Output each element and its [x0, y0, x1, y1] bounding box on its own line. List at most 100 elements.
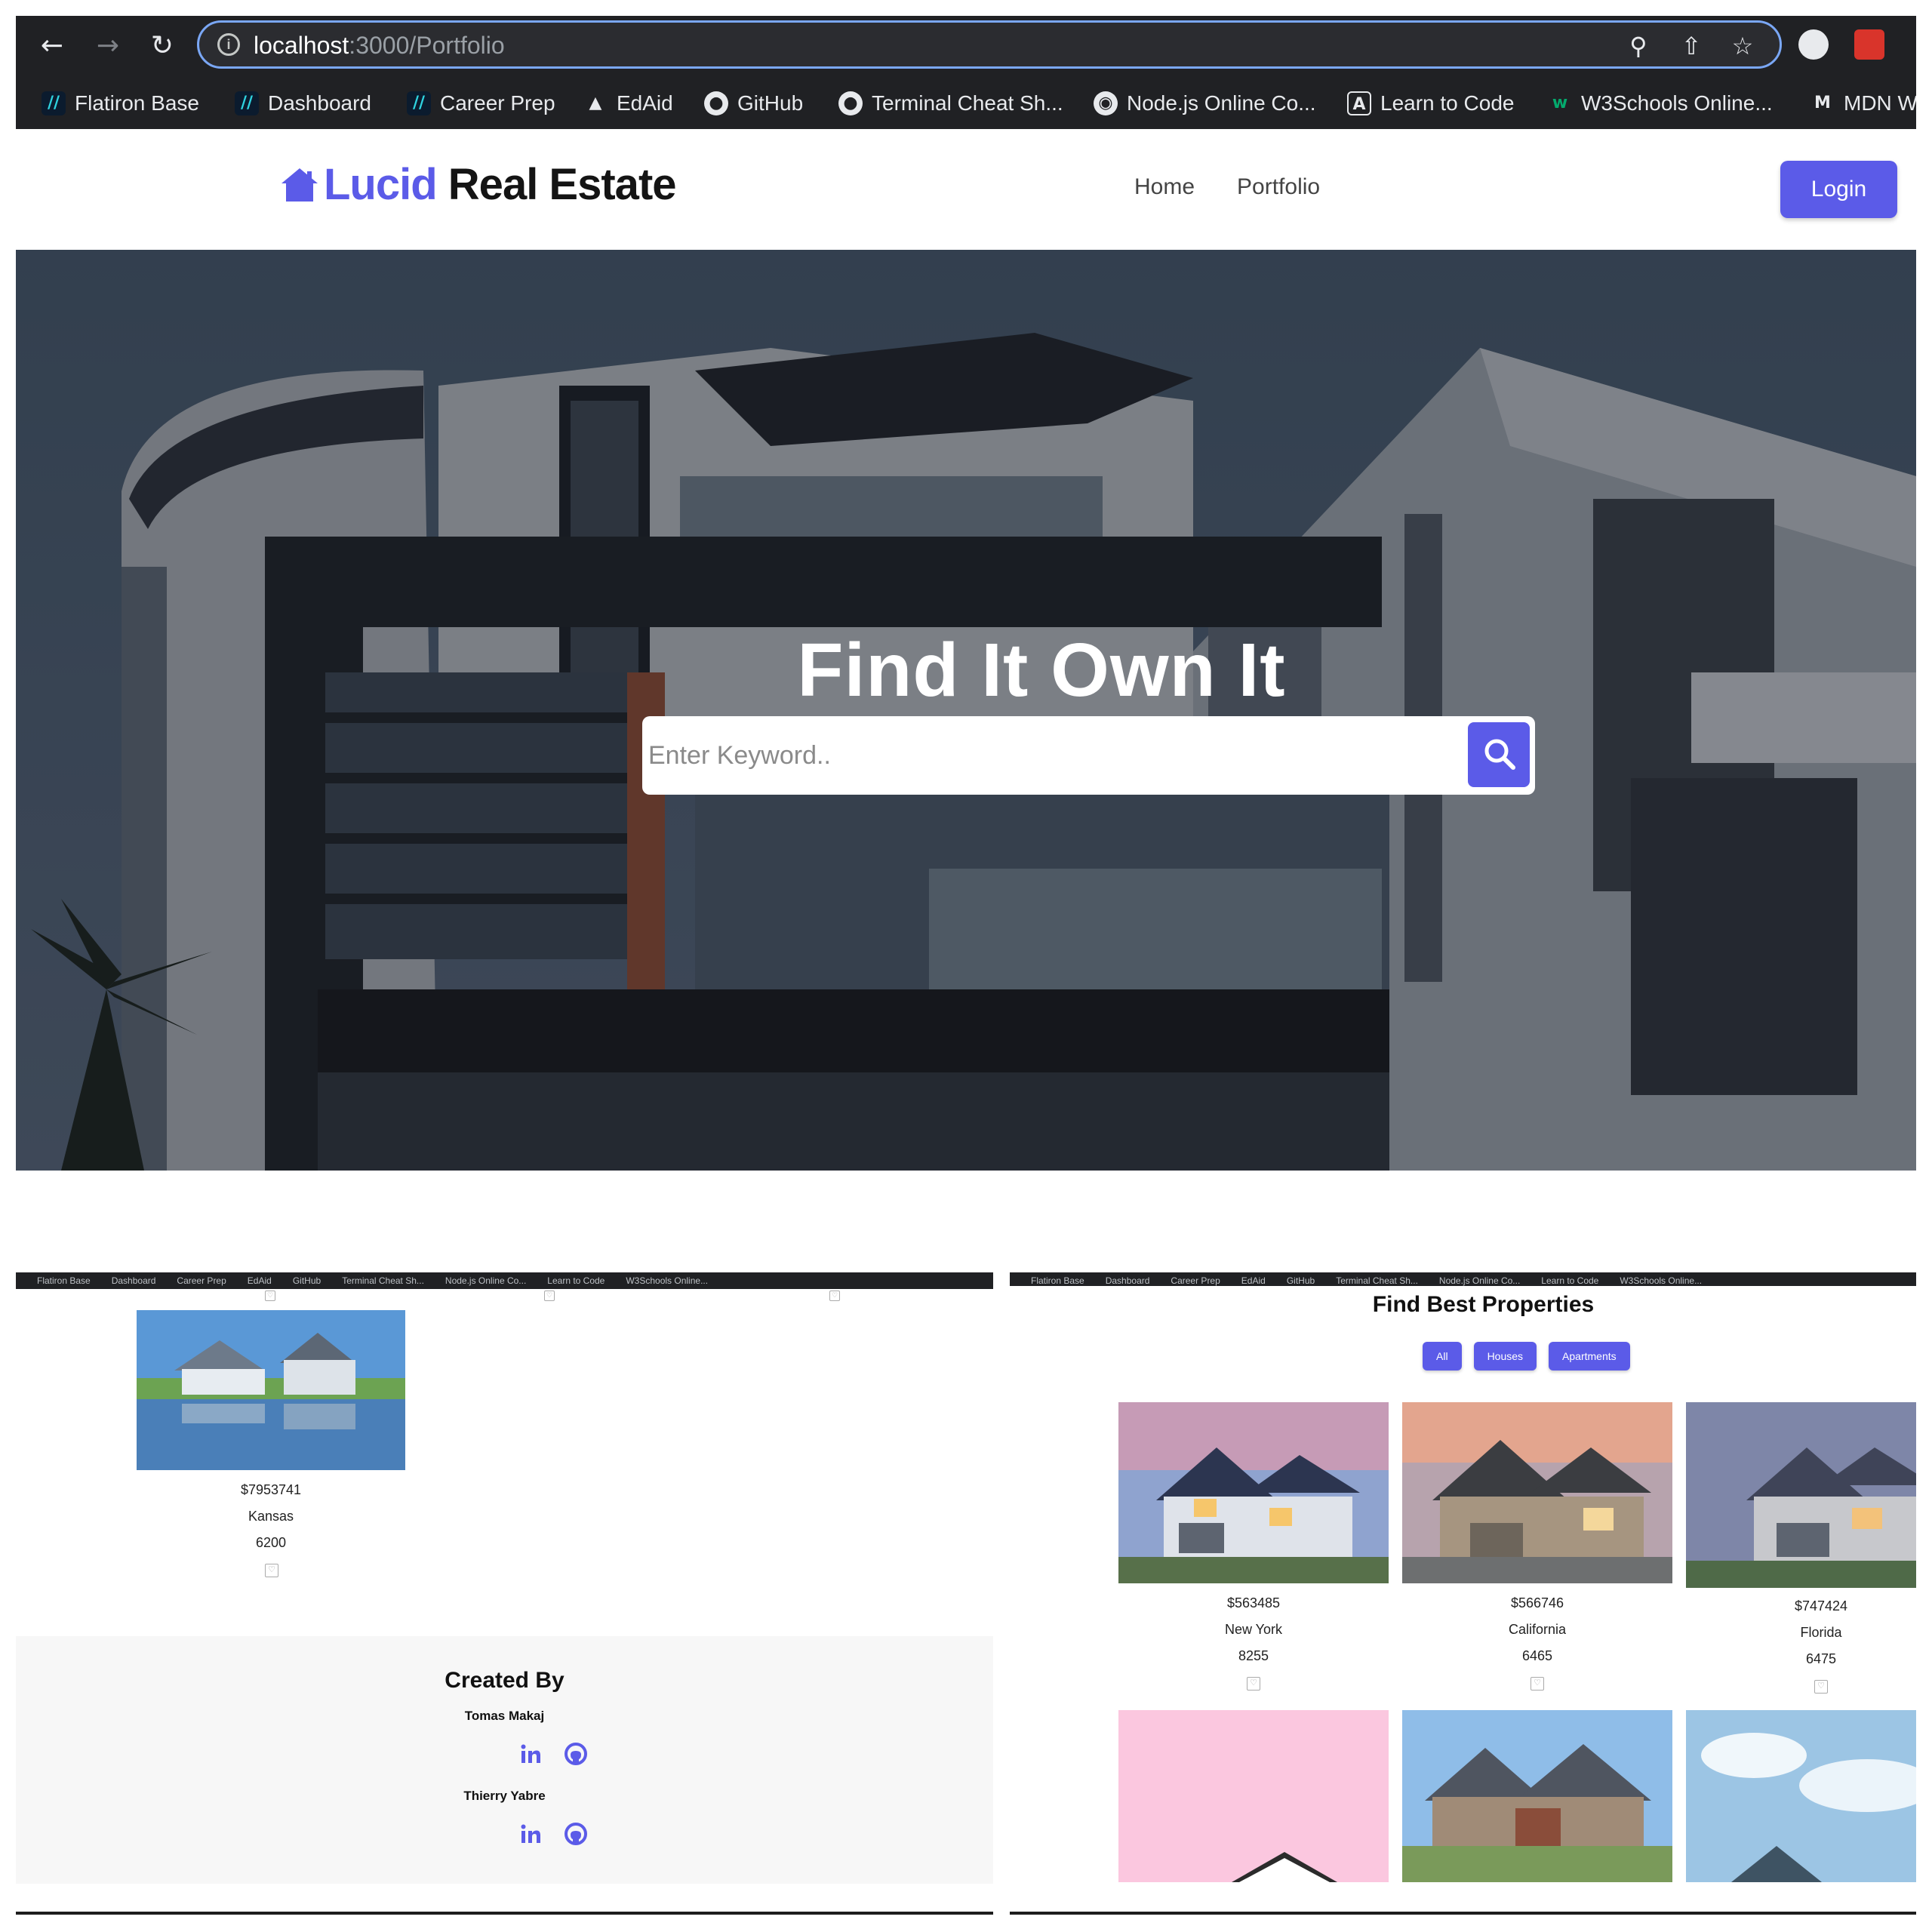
bookmark-item[interactable]: M MDN W — [1810, 87, 1916, 120]
favorite-icon[interactable]: ♡ — [265, 1291, 275, 1301]
share-icon[interactable]: ⇧ — [1677, 32, 1706, 60]
mdn-icon: M — [1814, 94, 1831, 112]
flatiron-icon: // — [235, 91, 259, 115]
sky-house-photo — [1686, 1710, 1916, 1882]
filter-apartments-button[interactable]: Apartments — [1549, 1342, 1630, 1371]
section-heading: Find Best Properties — [1372, 1292, 1595, 1317]
github-icon: ● — [704, 91, 728, 115]
listing-size: 6475 — [1805, 1651, 1837, 1666]
extension-icon[interactable] — [1798, 29, 1829, 60]
listing-location: California — [1508, 1622, 1567, 1637]
flatiron-icon: // — [407, 91, 431, 115]
login-button[interactable]: Login — [1780, 161, 1897, 218]
listing-price: $7953741 — [240, 1482, 302, 1497]
nodejs-icon: ◉ — [1094, 91, 1118, 115]
listing-price: $566746 — [1510, 1595, 1564, 1611]
lake-house-image — [137, 1310, 405, 1470]
github-icon: ● — [838, 91, 863, 115]
bookmark-item[interactable]: ▲ EdAid — [583, 87, 673, 120]
nav-portfolio-link[interactable]: Portfolio — [1237, 174, 1320, 200]
browser-chrome: ← → ↻ i localhost:3000/Portfolio ⚲ ⇧ ☆ /… — [16, 16, 1916, 129]
bookmark-item[interactable]: //Dashboard — [235, 87, 371, 120]
listing-size: 6465 — [1521, 1648, 1553, 1663]
filter-houses-button[interactable]: Houses — [1473, 1342, 1537, 1371]
nav-home-link[interactable]: Home — [1134, 174, 1195, 200]
flatiron-icon: // — [42, 91, 66, 115]
listing-price: $747424 — [1794, 1598, 1848, 1614]
reload-icon[interactable]: ↻ — [146, 29, 179, 63]
search-button[interactable] — [1468, 722, 1530, 787]
favorite-icon[interactable]: ♡ — [265, 1564, 278, 1577]
hero-section: Find It Own It — [16, 250, 1916, 1171]
property-image[interactable] — [1402, 1402, 1672, 1583]
divider — [16, 1912, 993, 1915]
house-photo — [1118, 1402, 1389, 1583]
bookmark-item[interactable]: ● Terminal Cheat Sh... — [838, 87, 1063, 120]
author-name: Tomas Makaj — [464, 1709, 545, 1723]
listing-location: New York — [1224, 1622, 1283, 1637]
learn-to-code-icon: A — [1347, 91, 1371, 115]
w3schools-icon: w — [1552, 94, 1568, 112]
property-image-kansas[interactable] — [137, 1310, 405, 1470]
listing-size: 6200 — [255, 1535, 287, 1550]
bookmark-item[interactable]: //Career Prep — [407, 87, 555, 120]
filter-buttons: All Houses Apartments — [1423, 1342, 1630, 1371]
property-image[interactable] — [1118, 1710, 1389, 1882]
listing-price: $563485 — [1226, 1595, 1281, 1611]
github-icon[interactable] — [564, 1742, 588, 1766]
bookmark-item[interactable]: ● GitHub — [704, 87, 803, 120]
property-image[interactable] — [1118, 1402, 1389, 1583]
house-logo-icon — [281, 168, 318, 202]
hero-title: Find It Own It — [797, 628, 1286, 712]
mini-bookmarks-bar: Flatiron Base Dashboard Career Prep EdAid Gi… — [16, 1272, 993, 1289]
favorite-icon[interactable]: ♡ — [1247, 1677, 1260, 1690]
author-name: Thierry Yabre — [463, 1789, 546, 1803]
house-photo — [1402, 1710, 1672, 1882]
listing-location: Kansas — [248, 1509, 294, 1524]
bookmark-item[interactable]: w W3Schools Online... — [1548, 87, 1773, 120]
portfolio-footer-screenshot: Flatiron Base Dashboard Career Prep EdAid Gi… — [16, 1272, 993, 1918]
github-icon[interactable] — [564, 1822, 588, 1846]
main-nav: Home Portfolio — [1134, 174, 1320, 200]
bookmark-star-icon[interactable]: ☆ — [1728, 32, 1757, 60]
favorite-icon[interactable]: ♡ — [1814, 1680, 1828, 1694]
divider — [1010, 1912, 1916, 1915]
pink-house-photo — [1118, 1710, 1389, 1882]
favorite-icon[interactable]: ♡ — [1531, 1677, 1544, 1690]
favorite-icon[interactable]: ♡ — [829, 1291, 840, 1301]
favorite-icon[interactable]: ♡ — [544, 1291, 555, 1301]
bookmark-item[interactable]: A Learn to Code — [1347, 87, 1514, 120]
search-icon — [1484, 739, 1515, 770]
address-bar[interactable]: i localhost:3000/Portfolio ⚲ ⇧ ☆ — [197, 20, 1782, 69]
linkedin-icon[interactable] — [518, 1822, 543, 1846]
property-image[interactable] — [1402, 1710, 1672, 1882]
bookmarks-bar: //Flatiron Base //Dashboard //Career Pre… — [16, 82, 1916, 125]
search-input[interactable] — [648, 722, 1456, 789]
house-photo — [1402, 1402, 1672, 1583]
properties-screenshot: Flatiron Base Dashboard Career Prep EdAid Gi… — [1010, 1272, 1916, 1918]
property-image[interactable] — [1686, 1402, 1916, 1588]
search-box — [642, 716, 1535, 795]
site-logo[interactable]: Lucid Real Estate — [280, 159, 677, 210]
listing-location: Florida — [1800, 1625, 1842, 1640]
created-by-footer: Created By Tomas Makaj Thierry Yabre — [16, 1636, 993, 1884]
filter-all-button[interactable]: All — [1423, 1342, 1462, 1371]
back-arrow-icon[interactable]: ← — [35, 29, 69, 63]
created-by-heading: Created By — [445, 1668, 565, 1693]
toolbar: ← → ↻ i localhost:3000/Portfolio ⚲ ⇧ ☆ — [16, 16, 1916, 75]
bookmark-item[interactable]: ◉ Node.js Online Co... — [1094, 87, 1316, 120]
logo-text: Lucid Real Estate — [324, 160, 677, 209]
listing-size: 8255 — [1238, 1648, 1269, 1663]
site-header: Lucid Real Estate Home Portfolio Login — [16, 129, 1916, 250]
forward-arrow-icon[interactable]: → — [91, 29, 125, 63]
site-info-icon[interactable]: i — [217, 33, 240, 56]
linkedin-icon[interactable] — [518, 1742, 543, 1766]
mini-bookmarks-bar: Flatiron Base Dashboard Career Prep EdAid Gi… — [1010, 1272, 1916, 1286]
url-text[interactable]: localhost:3000/Portfolio — [254, 32, 505, 60]
property-image[interactable] — [1686, 1710, 1916, 1882]
extension-red-icon[interactable] — [1854, 29, 1884, 60]
bookmark-item[interactable]: //Flatiron Base — [42, 87, 199, 120]
zoom-icon[interactable]: ⚲ — [1624, 32, 1653, 60]
house-photo — [1686, 1402, 1916, 1588]
graduation-cap-icon: ▲ — [589, 94, 602, 112]
